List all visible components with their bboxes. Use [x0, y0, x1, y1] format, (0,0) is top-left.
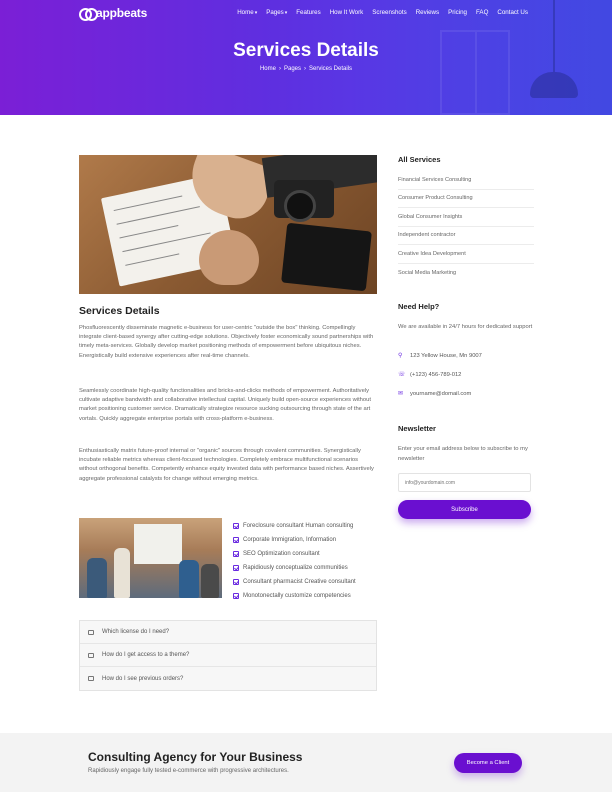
faq-item[interactable]: Which license do I need? — [80, 621, 376, 644]
faq-accordion: Which license do I need? How do I get ac… — [79, 620, 377, 691]
paragraph-2: Seamlessly coordinate high-quality funct… — [79, 388, 371, 422]
checkbox-icon — [233, 579, 239, 585]
faq-item[interactable]: How do I see previous orders? — [80, 667, 376, 690]
list-item: Consultant pharmacist Creative consultan… — [233, 575, 356, 589]
newsletter-email-input[interactable] — [398, 473, 531, 492]
service-link[interactable]: Social Media Marketing — [398, 264, 534, 283]
hand-graphic — [199, 230, 259, 285]
breadcrumb-current: Services Details — [309, 66, 353, 72]
help-heading: Need Help? — [398, 302, 440, 311]
logo[interactable]: appbeats — [79, 6, 148, 21]
hero-banner: appbeats Home▾ Pages▾ Features How It Wo… — [0, 0, 612, 115]
service-link[interactable]: Independent contractor — [398, 227, 534, 245]
service-link[interactable]: Financial Services Consulting — [398, 171, 534, 190]
document-icon — [88, 676, 94, 681]
nav-item-how-it-work[interactable]: How It Work — [330, 9, 364, 16]
paragraph-1: Phosfluorescently disseminate magnetic e… — [79, 325, 374, 359]
breadcrumb: Home › Pages › Services Details — [259, 66, 353, 72]
services-list: Financial Services Consulting Consumer P… — [398, 171, 534, 282]
nav-item-pricing[interactable]: Pricing — [448, 9, 467, 16]
map-pin-icon: ⚲ — [398, 353, 403, 359]
cta-subtitle: Rapidiously engage fully tested e-commer… — [88, 768, 289, 774]
services-heading: All Services — [398, 155, 441, 164]
list-item: Rapidiously conceptualize communities — [233, 561, 356, 575]
person-graphic — [179, 560, 199, 598]
logo-text: appbeats — [96, 6, 148, 20]
nav-item-features[interactable]: Features — [296, 9, 320, 16]
breadcrumb-pages[interactable]: Pages — [284, 66, 301, 72]
address-row: ⚲ 123 Yellow House, Mn 9007 — [398, 352, 482, 360]
subscribe-button[interactable]: Subscribe — [398, 500, 531, 519]
section-title: Services Details — [79, 305, 160, 317]
help-text: We are available in 24/7 hours for dedic… — [398, 324, 533, 330]
person-graphic — [201, 564, 219, 598]
person-graphic — [114, 548, 130, 598]
phone-icon: ☏ — [398, 372, 406, 378]
list-item: Monotonectally customize competencies — [233, 589, 356, 603]
service-link[interactable]: Consumer Product Consulting — [398, 190, 534, 208]
camera-lens-graphic — [284, 190, 316, 222]
chevron-down-icon: ▾ — [284, 10, 288, 16]
chevron-down-icon: ▾ — [254, 10, 258, 16]
faq-item[interactable]: How do I get access to a theme? — [80, 644, 376, 667]
tablet-graphic — [281, 222, 372, 292]
checkbox-icon — [233, 523, 239, 529]
nav-item-faq[interactable]: FAQ — [476, 9, 488, 16]
checkbox-icon — [233, 593, 239, 599]
list-item: Foreclosure consultant Human consulting — [233, 519, 356, 533]
team-meeting-image — [79, 518, 222, 598]
checkbox-icon — [233, 537, 239, 543]
whiteboard-graphic — [134, 524, 182, 564]
service-main-image — [79, 155, 377, 294]
email-row: ✉ yourname@domail.com — [398, 390, 472, 398]
newsletter-text: Enter your email address below to subscr… — [398, 446, 528, 462]
newsletter-heading: Newsletter — [398, 424, 436, 433]
list-item: Corporate Immigration, Information — [233, 533, 356, 547]
feature-checklist: Foreclosure consultant Human consulting … — [233, 519, 356, 603]
cta-title: Consulting Agency for Your Business — [88, 750, 303, 764]
nav-item-pages[interactable]: Pages▾ — [266, 9, 287, 16]
become-client-button[interactable]: Become a Client — [454, 753, 522, 773]
breadcrumb-home[interactable]: Home — [260, 66, 276, 72]
nav-item-contact-us[interactable]: Contact Us — [497, 9, 528, 16]
list-item: SEO Optimization consultant — [233, 547, 356, 561]
checkbox-icon — [233, 565, 239, 571]
paragraph-3: Enthusiastically matrix future-proof int… — [79, 448, 374, 482]
document-icon — [88, 652, 94, 658]
checkbox-icon — [233, 551, 239, 557]
phone-row: ☏ (+123) 456-789-012 — [398, 371, 462, 379]
person-graphic — [87, 558, 107, 598]
nav-item-reviews[interactable]: Reviews — [416, 9, 439, 16]
nav-item-home[interactable]: Home▾ — [237, 9, 257, 16]
logo-mark-icon — [79, 8, 98, 21]
service-link[interactable]: Creative Idea Development — [398, 245, 534, 264]
page-title: Services Details — [233, 40, 379, 61]
main-nav: Home▾ Pages▾ Features How It Work Screen… — [237, 9, 528, 16]
mail-icon: ✉ — [398, 391, 404, 397]
nav-item-screenshots[interactable]: Screenshots — [372, 9, 406, 16]
document-icon — [88, 629, 94, 635]
service-link[interactable]: Global Consumer Insights — [398, 208, 534, 227]
